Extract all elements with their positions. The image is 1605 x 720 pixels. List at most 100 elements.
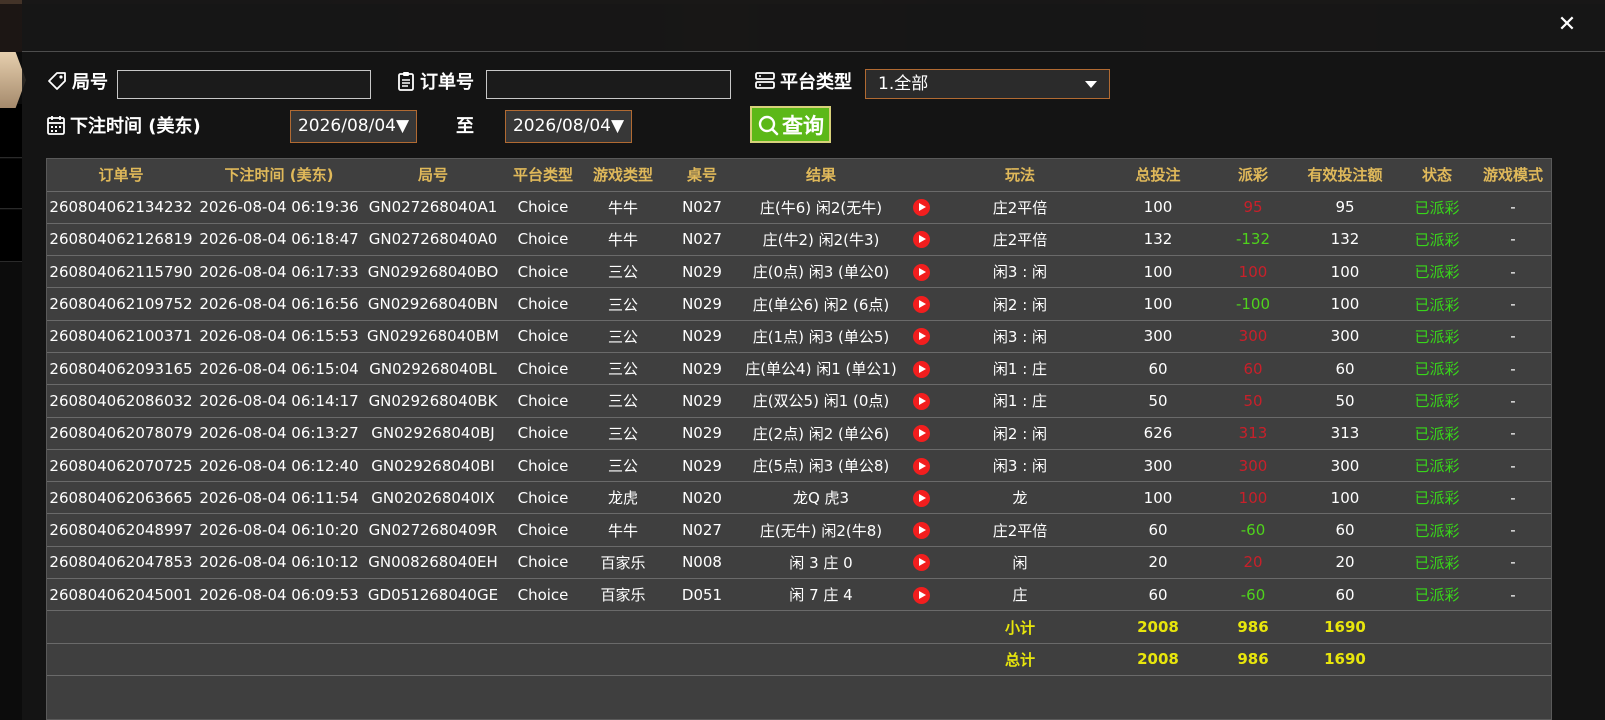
- subtotal-empty: [1401, 610, 1551, 644]
- video-cell: [901, 352, 941, 386]
- play-icon[interactable]: [912, 231, 930, 249]
- table-row[interactable]: 260804062086032 2026-08-04 06:14:17 GN0292…: [47, 384, 1551, 418]
- bet-record-modal: ✕ 局号 订单号 平台类型 1.全部 下注时间 (美东) 2026/08/04▼…: [22, 0, 1605, 720]
- video-cell: [901, 255, 941, 289]
- cell-game-mode: -: [1473, 481, 1551, 515]
- cell-game-type: 龙虎: [583, 481, 663, 515]
- cell-result: 闲 3 庄 0: [741, 546, 901, 580]
- play-icon[interactable]: [912, 554, 930, 572]
- play-icon[interactable]: [912, 522, 930, 540]
- cell-platform: Choice: [503, 417, 583, 450]
- cell-order: 260804062070725: [47, 449, 195, 483]
- table-row[interactable]: 260804062063665 2026-08-04 06:11:54 GN0202…: [47, 481, 1551, 515]
- table-row[interactable]: 260804062100371 2026-08-04 06:15:53 GN0292…: [47, 320, 1551, 353]
- play-icon[interactable]: [912, 425, 930, 443]
- cell-game-type: 三公: [583, 449, 663, 483]
- round-input[interactable]: [117, 70, 371, 99]
- table-row[interactable]: 260804062045001 2026-08-04 06:09:53 GD0512…: [47, 578, 1551, 612]
- cell-order: 260804062047853: [47, 546, 195, 580]
- cell-order: 260804062086032: [47, 384, 195, 418]
- play-icon[interactable]: [912, 199, 930, 217]
- play-icon[interactable]: [912, 263, 930, 281]
- cell-platform: Choice: [503, 449, 583, 483]
- table-row[interactable]: 260804062109752 2026-08-04 06:16:56 GN0292…: [47, 287, 1551, 321]
- video-cell: [901, 320, 941, 353]
- platform-select[interactable]: 1.全部: [865, 69, 1110, 99]
- cell-game-type: 三公: [583, 255, 663, 289]
- cell-play: 闲1 : 庄: [941, 384, 1099, 418]
- cell-total-bet: 132: [1099, 223, 1217, 257]
- subtotal-bet: 2008: [1099, 610, 1217, 644]
- table-row[interactable]: 260804062078079 2026-08-04 06:13:27 GN0292…: [47, 417, 1551, 450]
- cell-game-type: 三公: [583, 287, 663, 321]
- cell-platform: Choice: [503, 352, 583, 386]
- play-icon[interactable]: [912, 296, 930, 314]
- cell-payout: 300: [1217, 449, 1289, 483]
- subtotal-payout: 986: [1217, 610, 1289, 644]
- cell-total-bet: 100: [1099, 481, 1217, 515]
- cell-bet-time: 2026-08-04 06:18:47: [195, 223, 363, 257]
- modal-header: ✕: [22, 0, 1605, 52]
- cell-valid-bet: 60: [1289, 578, 1401, 612]
- cell-game-type: 三公: [583, 384, 663, 418]
- date-from-picker[interactable]: 2026/08/04▼: [290, 110, 417, 143]
- cell-status: 已派彩: [1401, 546, 1473, 580]
- cell-total-bet: 100: [1099, 191, 1217, 224]
- cell-status: 已派彩: [1401, 320, 1473, 353]
- cell-round: GN020268040IX: [363, 481, 503, 515]
- cell-valid-bet: 60: [1289, 513, 1401, 547]
- cell-platform: Choice: [503, 255, 583, 289]
- cell-table: N029: [663, 320, 741, 353]
- play-icon[interactable]: [912, 489, 930, 507]
- play-icon[interactable]: [912, 392, 930, 410]
- play-icon[interactable]: [912, 586, 930, 604]
- cell-order: 260804062078079: [47, 417, 195, 450]
- subtotal-empty: [47, 610, 941, 644]
- video-cell: [901, 513, 941, 547]
- cell-play: 闲1 : 庄: [941, 352, 1099, 386]
- cell-table: N029: [663, 417, 741, 450]
- cell-valid-bet: 95: [1289, 191, 1401, 224]
- order-input[interactable]: [486, 70, 731, 99]
- to-label: 至: [456, 116, 474, 137]
- header-col-table: 桌号: [663, 159, 741, 192]
- subtotal-valid: 1690: [1289, 610, 1401, 644]
- cell-order: 260804062126819: [47, 223, 195, 257]
- play-icon[interactable]: [912, 328, 930, 346]
- close-icon[interactable]: ✕: [1557, 14, 1577, 36]
- header-col-play: 玩法: [941, 159, 1099, 192]
- cell-round: GN008268040EH: [363, 546, 503, 580]
- left-strip-block: [0, 104, 22, 158]
- query-button[interactable]: 查询: [750, 106, 831, 143]
- date-to-value: 2026/08/04▼: [512, 116, 625, 136]
- subtotal-label: 小计: [941, 610, 1099, 644]
- table-row[interactable]: 260804062047853 2026-08-04 06:10:12 GN0082…: [47, 546, 1551, 580]
- header-col-bet-time: 下注时间 (美东): [195, 159, 363, 192]
- table-row[interactable]: 260804062126819 2026-08-04 06:18:47 GN0272…: [47, 223, 1551, 257]
- table-row[interactable]: 260804062115790 2026-08-04 06:17:33 GN0292…: [47, 255, 1551, 289]
- play-icon[interactable]: [912, 360, 930, 378]
- table-row[interactable]: 260804062134232 2026-08-04 06:19:36 GN0272…: [47, 191, 1551, 224]
- platform-label: 平台类型: [754, 68, 852, 94]
- table-row[interactable]: 260804062048997 2026-08-04 06:10:20 GN0272…: [47, 513, 1551, 547]
- date-to-picker[interactable]: 2026/08/04▼: [505, 110, 632, 143]
- table-row[interactable]: 260804062070725 2026-08-04 06:12:40 GN0292…: [47, 449, 1551, 483]
- cell-payout: 20: [1217, 546, 1289, 580]
- cell-game-mode: -: [1473, 513, 1551, 547]
- cell-table: N027: [663, 223, 741, 257]
- cell-result: 庄(2点) 闲2 (单公6): [741, 417, 901, 450]
- play-icon[interactable]: [912, 457, 930, 475]
- table-row[interactable]: 260804062093165 2026-08-04 06:15:04 GN0292…: [47, 352, 1551, 386]
- order-label-text: 订单号: [420, 72, 474, 93]
- cell-game-type: 牛牛: [583, 191, 663, 224]
- cell-payout: -100: [1217, 287, 1289, 321]
- cell-round: GN0272680409R: [363, 513, 503, 547]
- cell-valid-bet: 100: [1289, 287, 1401, 321]
- cell-bet-time: 2026-08-04 06:15:53: [195, 320, 363, 353]
- cell-total-bet: 300: [1099, 320, 1217, 353]
- video-cell: [901, 546, 941, 580]
- cell-result: 庄(单公4) 闲1 (单公1): [741, 352, 901, 386]
- cell-game-mode: -: [1473, 578, 1551, 612]
- query-button-label: 查询: [782, 113, 824, 138]
- cell-game-type: 三公: [583, 417, 663, 450]
